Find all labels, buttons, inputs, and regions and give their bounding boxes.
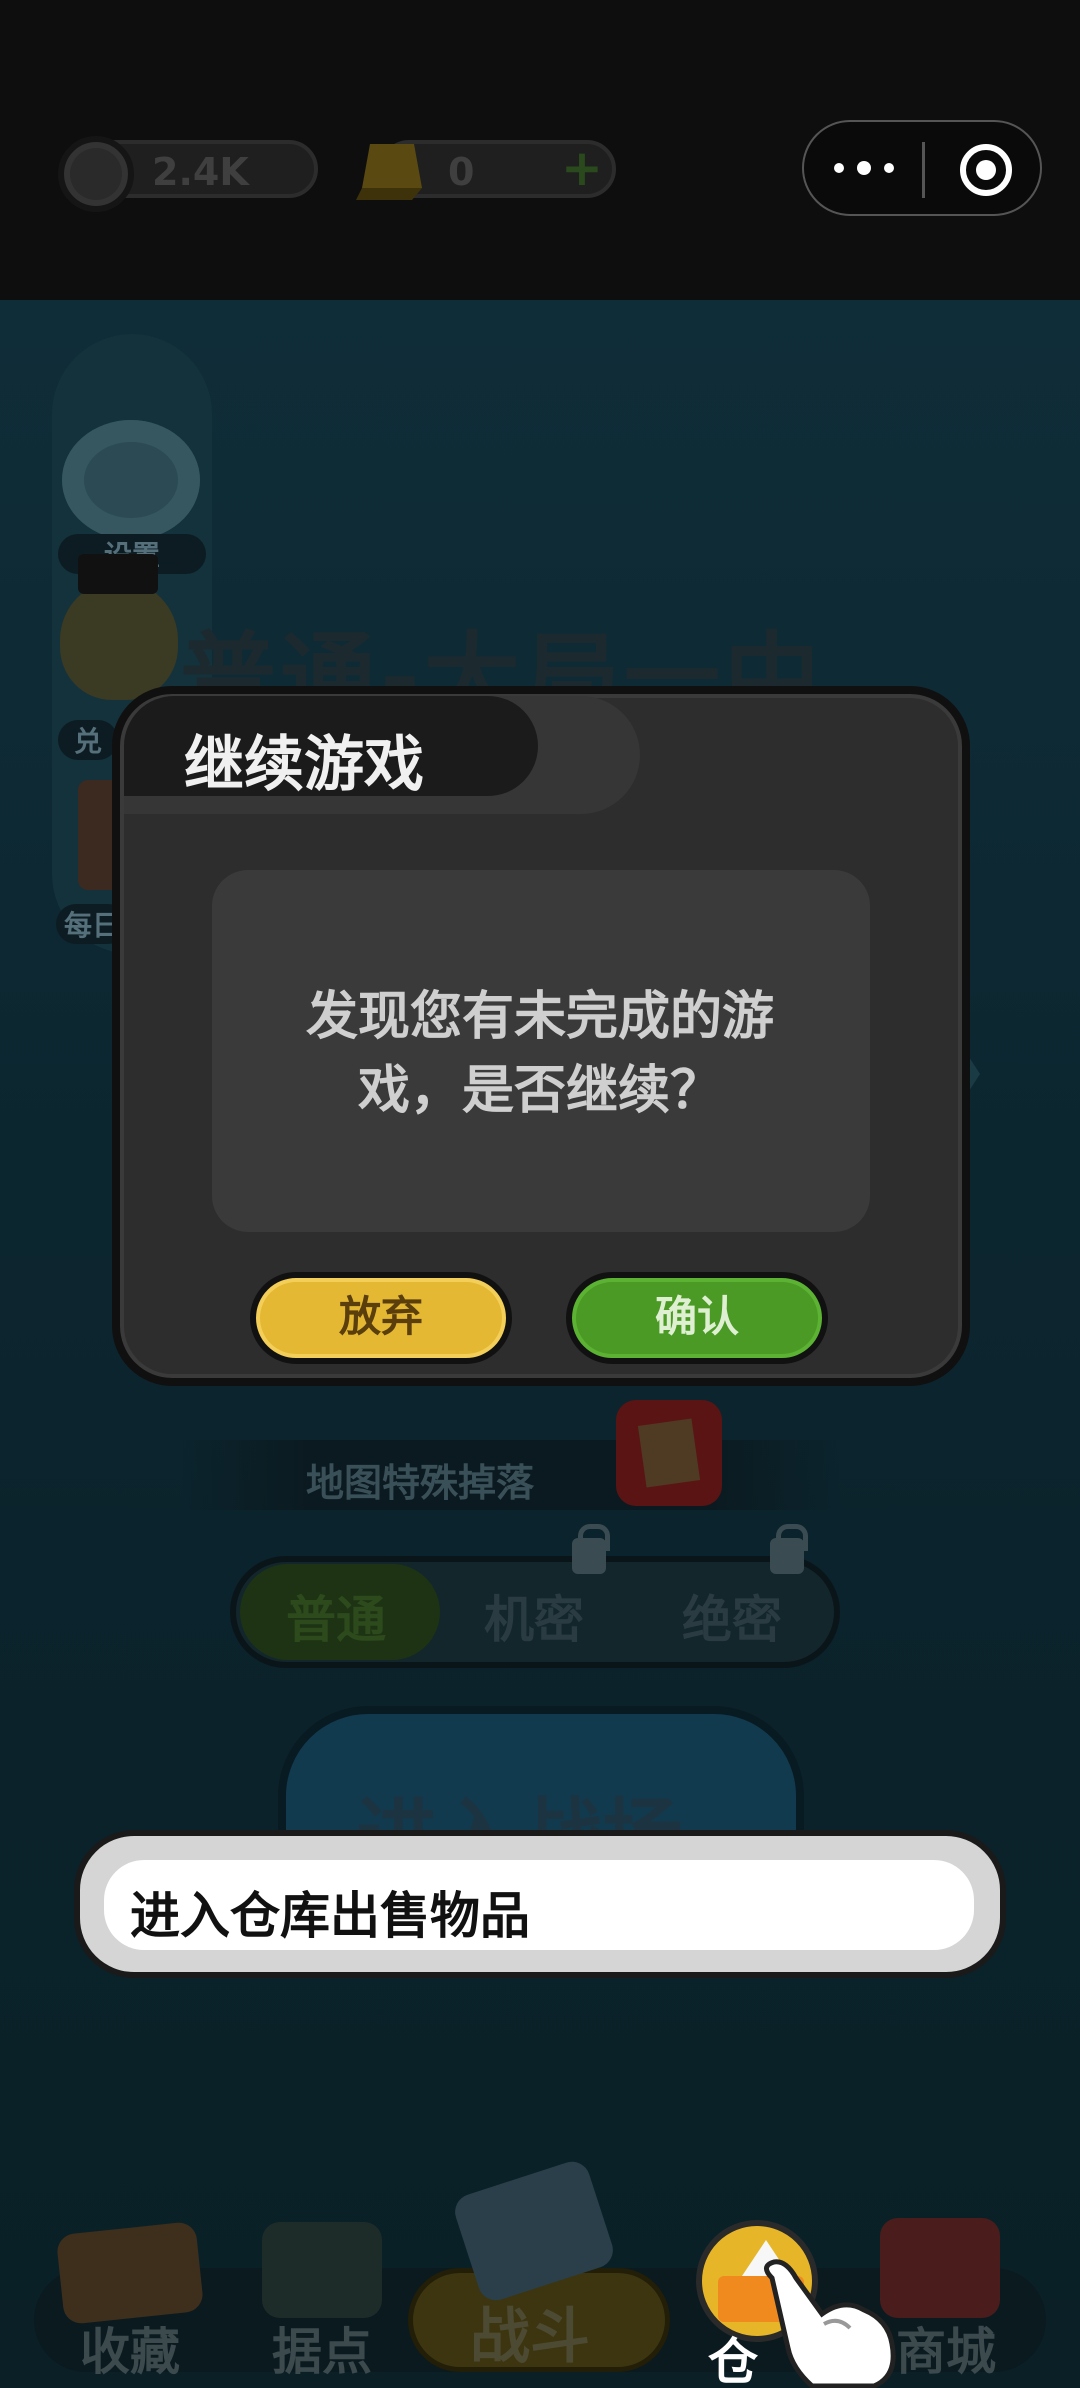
nav-warehouse-label[interactable]: 仓 [708,2322,758,2388]
sidebar-item-exchange-label: 兑 [58,720,118,760]
book-icon[interactable] [55,2220,205,2326]
treasure-map-icon[interactable] [616,1400,722,1506]
special-drop-label: 地图特殊掉落 [306,1461,535,1505]
nav-collection-label[interactable]: 收藏 [80,2312,180,2384]
tutorial-hand-pointer-icon [764,2259,896,2388]
stronghold-icon[interactable] [262,2222,382,2318]
mode-top-secret-label[interactable]: 绝密 [682,1580,782,1652]
gold-bar-icon [356,144,422,200]
lock-icon [770,1524,808,1574]
dialog-title: 继续游戏 [184,730,424,800]
capsule-divider [922,142,925,198]
tutorial-tip-text: 进入仓库出售物品 [130,1887,530,1945]
nav-stronghold-label[interactable]: 据点 [272,2312,372,2384]
target-close-icon[interactable] [960,144,1012,196]
dialog-message: 发现您有未完成的游戏，是否继续？ [305,987,774,1121]
nav-shop-label[interactable]: 商城 [896,2312,996,2384]
add-gold-icon[interactable]: + [560,143,604,193]
confirm-button[interactable]: 确认 [566,1272,828,1364]
nav-battle-label: 战斗 [470,2302,590,2372]
coin-value: 2.4K [152,150,249,194]
gear-icon[interactable] [62,420,200,540]
lock-icon [572,1524,610,1574]
hamster-avatar-icon[interactable] [60,554,178,700]
mode-secret-label[interactable]: 机密 [484,1580,584,1652]
abandon-button[interactable]: 放弃 [250,1272,512,1364]
gold-value: 0 [448,150,475,194]
mode-normal-label[interactable]: 普通 [286,1580,386,1652]
more-dots-icon[interactable] [834,148,894,188]
mini-program-capsule [802,120,1042,216]
coin-icon [58,136,134,212]
